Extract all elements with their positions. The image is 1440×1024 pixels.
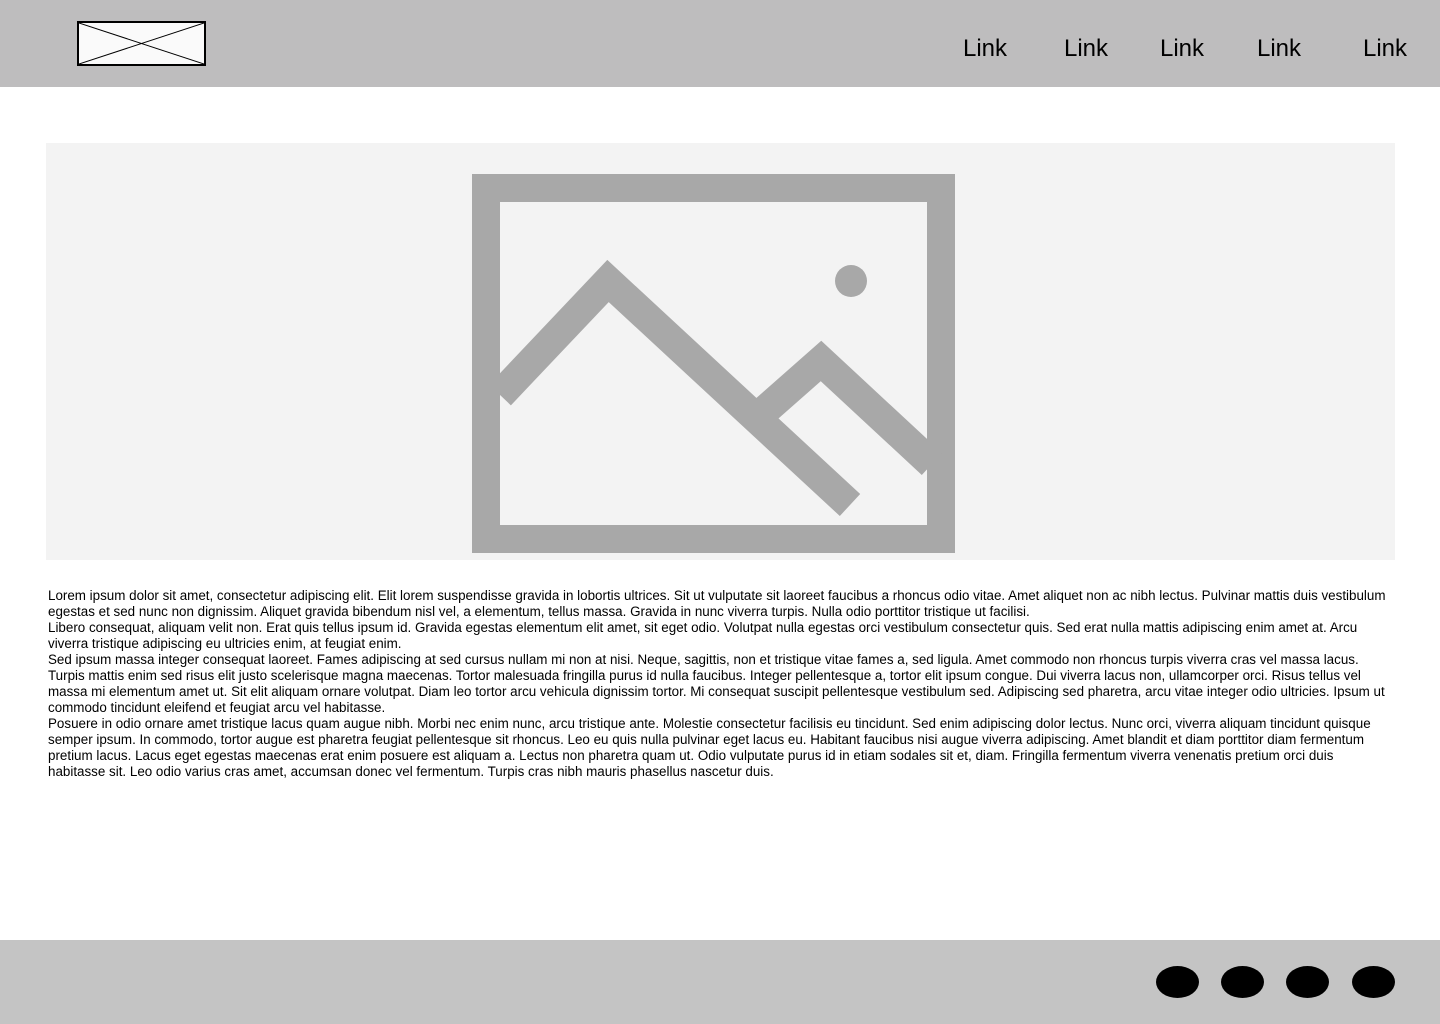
nav-link-4[interactable]: Link: [1257, 34, 1301, 64]
paragraph-3: Sed ipsum massa integer consequat laoree…: [48, 652, 1385, 715]
paragraph-4: Posuere in odio ornare amet tristique la…: [48, 716, 1371, 779]
social-icon-4[interactable]: [1352, 966, 1395, 998]
nav-link-5[interactable]: Link: [1363, 34, 1407, 64]
social-icon-2[interactable]: [1221, 966, 1264, 998]
body-text: Lorem ipsum dolor sit amet, consectetur …: [48, 588, 1394, 780]
paragraph-2: Libero consequat, aliquam velit non. Era…: [48, 620, 1358, 651]
paragraph-1: Lorem ipsum dolor sit amet, consectetur …: [48, 588, 1386, 619]
header: Link Link Link Link Link: [0, 0, 1440, 87]
nav-link-2[interactable]: Link: [1064, 34, 1108, 64]
hero-image-placeholder: [46, 143, 1395, 560]
logo-cross-icon: [79, 23, 204, 64]
logo-placeholder-icon[interactable]: [77, 21, 206, 66]
footer: [0, 940, 1440, 1024]
social-icon-3[interactable]: [1286, 966, 1329, 998]
social-icon-1[interactable]: [1156, 966, 1199, 998]
image-placeholder-icon: [472, 174, 955, 553]
nav-link-1[interactable]: Link: [963, 34, 1007, 64]
nav-link-3[interactable]: Link: [1160, 34, 1204, 64]
